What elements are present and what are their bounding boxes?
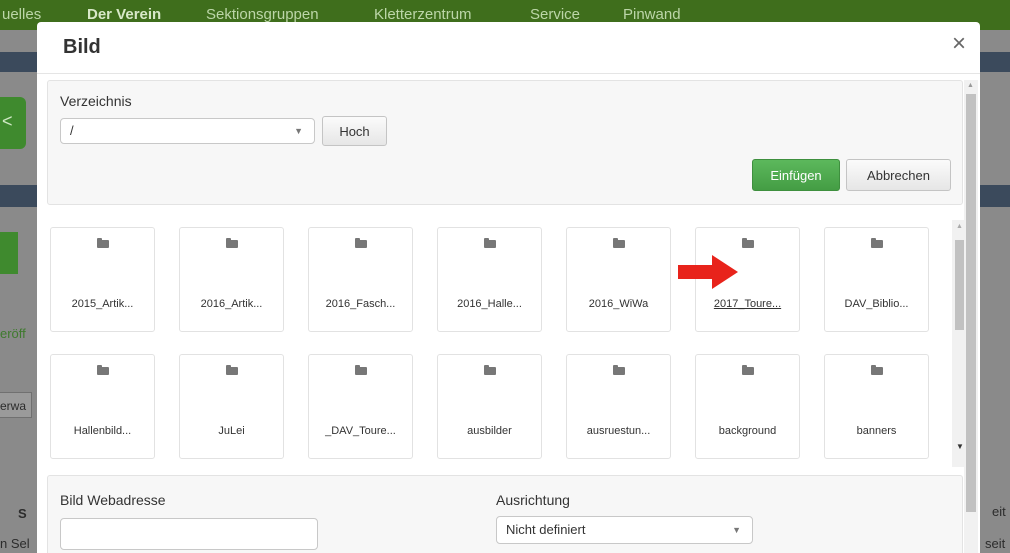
folder-grid: 2015_Artik... 2016_Artik... 2016_Fasch..… [47, 220, 968, 475]
background-green-block [0, 232, 18, 274]
folder-icon [226, 238, 238, 248]
folder-tile[interactable]: _DAV_Toure... [308, 354, 413, 459]
folder-name: 2016_Halle... [457, 298, 522, 310]
cancel-button[interactable]: Abbrechen [846, 159, 951, 191]
folder-icon [355, 365, 367, 375]
image-properties-panel: Bild Webadresse Ausrichtung Nicht defini… [47, 475, 963, 553]
insert-button[interactable]: Einfügen [752, 159, 840, 191]
scroll-up-icon[interactable]: ▲ [956, 223, 963, 230]
folder-icon [355, 238, 367, 248]
folder-tile[interactable]: 2016_WiWa [566, 227, 671, 332]
directory-select[interactable]: / ▼ [60, 118, 315, 144]
folder-tile[interactable]: 2016_Fasch... [308, 227, 413, 332]
folder-name: banners [856, 425, 897, 437]
folder-icon [484, 365, 496, 375]
folder-tile[interactable]: ausbilder [437, 354, 542, 459]
dialog-scrollbar[interactable]: ▲ [964, 80, 978, 553]
dialog-scroll-thumb[interactable] [966, 94, 976, 512]
background-back-button: < [0, 97, 26, 149]
folder-icon [97, 365, 109, 375]
directory-panel: Verzeichnis / ▼ Hoch Einfügen Abbrechen [47, 80, 963, 205]
chevron-down-icon: ▼ [294, 126, 303, 136]
folder-icon [97, 238, 109, 248]
folder-icon [484, 238, 496, 248]
background-seit-fragment: seit [985, 536, 1006, 551]
folder-icon [742, 365, 754, 375]
alignment-select[interactable]: Nicht definiert ▼ [496, 516, 753, 544]
close-icon[interactable]: × [952, 32, 966, 56]
background-search-fragment: erwa [0, 399, 27, 413]
folder-tile[interactable]: 2016_Artik... [179, 227, 284, 332]
folder-name: ausbilder [467, 425, 512, 437]
folder-name: Hallenbild... [73, 425, 132, 437]
background-eit-fragment: eit [992, 504, 1006, 519]
folder-name: JuLei [218, 425, 245, 437]
folder-tile[interactable]: background [695, 354, 800, 459]
folder-name-link[interactable]: 2017_Toure... [696, 298, 799, 310]
nav-item-pinwand: Pinwand [623, 6, 681, 23]
folder-name: 2016_Artik... [200, 298, 263, 310]
folder-name: 2016_Fasch... [325, 298, 396, 310]
folder-tile[interactable]: DAV_Biblio... [824, 227, 929, 332]
nav-item-service: Service [530, 6, 581, 23]
nav-item-aktuelles: uelles [2, 6, 42, 23]
folder-icon [613, 365, 625, 375]
image-url-input[interactable] [60, 518, 318, 550]
folder-name: 2016_WiWa [588, 298, 649, 310]
folder-tile[interactable]: ausruestun... [566, 354, 671, 459]
folder-name: DAV_Biblio... [844, 298, 909, 310]
red-arrow-annotation-icon [678, 255, 738, 289]
background-publish-fragment: eröff [0, 326, 26, 341]
folder-icon [226, 365, 238, 375]
folder-name: ausruestun... [586, 425, 651, 437]
folder-icon [871, 365, 883, 375]
dialog-title: Bild [63, 36, 101, 58]
folder-name: _DAV_Toure... [325, 425, 396, 437]
background-s-fragment: S [18, 506, 27, 521]
directory-label: Verzeichnis [60, 93, 132, 109]
image-url-label: Bild Webadresse [60, 492, 166, 508]
directory-selected-value: / [70, 123, 74, 138]
background-sel-fragment: n Sel [0, 536, 30, 551]
folder-tile[interactable]: 2016_Halle... [437, 227, 542, 332]
image-dialog: Bild × Verzeichnis / ▼ Hoch Einfügen Abb… [37, 22, 980, 553]
folder-tile[interactable]: banners [824, 354, 929, 459]
nav-item-kletterzentrum: Kletterzentrum [374, 6, 472, 23]
alignment-label: Ausrichtung [496, 492, 570, 508]
folder-icon [742, 238, 754, 248]
scroll-up-icon[interactable]: ▲ [967, 82, 974, 89]
nav-item-der-verein: Der Verein [87, 6, 162, 23]
folder-tile[interactable]: JuLei [179, 354, 284, 459]
folder-name: 2015_Artik... [71, 298, 134, 310]
folder-icon [613, 238, 625, 248]
alignment-selected-value: Nicht definiert [506, 522, 586, 537]
folder-tile[interactable]: Hallenbild... [50, 354, 155, 459]
dialog-header: Bild × [37, 22, 980, 74]
up-directory-button[interactable]: Hoch [322, 116, 387, 146]
folder-icon [871, 238, 883, 248]
folder-tile[interactable]: 2015_Artik... [50, 227, 155, 332]
chevron-down-icon: ▼ [732, 525, 741, 535]
nav-item-sektionsgruppen: Sektionsgruppen [206, 6, 319, 23]
scroll-down-icon[interactable]: ▼ [956, 442, 964, 451]
folder-name: background [718, 425, 777, 437]
